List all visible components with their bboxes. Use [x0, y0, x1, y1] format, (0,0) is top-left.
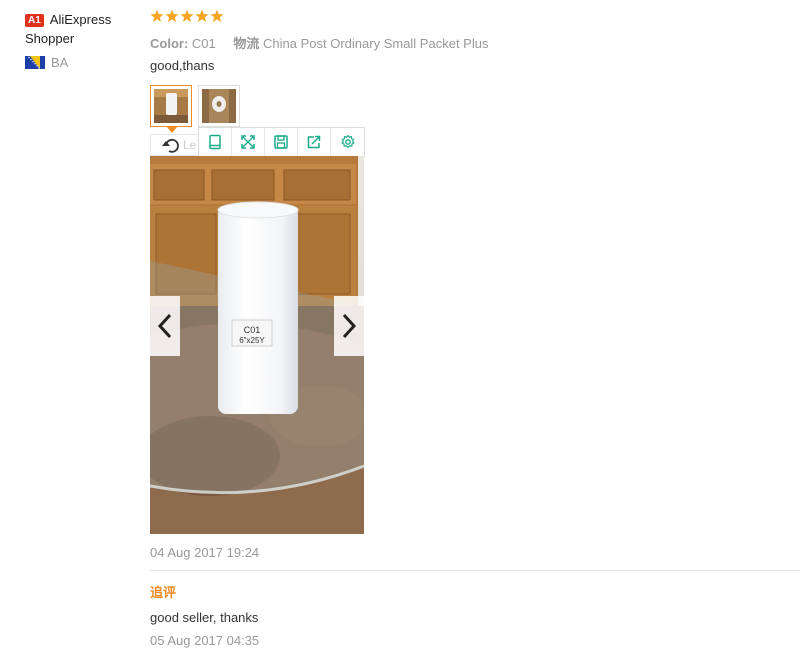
bosnia-flag-icon [25, 56, 45, 69]
rotate-left-icon[interactable] [161, 137, 181, 155]
rotate-label: Le [183, 138, 197, 152]
fullscreen-icon [241, 135, 255, 149]
thumbnail-image [202, 89, 236, 123]
logistics-value: China Post Ordinary Small Packet Plus [263, 36, 489, 51]
color-key: Color: [150, 36, 189, 51]
review-photo: C01 6"x25Y [150, 156, 364, 534]
level-badge: A1 [25, 14, 44, 27]
logistics-key: 物流 [233, 36, 260, 51]
review-date: 04 Aug 2017 19:24 [150, 545, 260, 560]
chevron-right-icon [342, 313, 357, 339]
star-icon [165, 9, 179, 22]
star-icon [180, 9, 194, 22]
photo-thumbnail-1[interactable] [150, 85, 192, 133]
thumbnail-image [154, 89, 188, 123]
settings-button[interactable] [331, 128, 364, 156]
photo-thumbnail-2[interactable] [198, 85, 240, 127]
image-toolbar [198, 127, 365, 157]
previous-photo-button[interactable] [150, 296, 180, 356]
star-icon [210, 9, 224, 22]
chevron-left-icon [157, 313, 172, 339]
share-button[interactable] [298, 128, 331, 156]
fit-page-button[interactable] [199, 128, 232, 156]
next-photo-button[interactable] [334, 296, 364, 356]
rotate-control[interactable]: Le [150, 134, 200, 156]
star-rating [150, 9, 224, 23]
roll-label-line1: C01 [244, 325, 261, 335]
review-text: good,thans [150, 58, 215, 73]
followup-date: 05 Aug 2017 04:35 [150, 633, 260, 648]
color-value: C01 [191, 36, 216, 51]
reviewer-info: A1 AliExpress Shopper BA [25, 10, 140, 70]
star-icon [195, 9, 209, 22]
share-icon [307, 135, 321, 149]
followup-text: good seller, thanks [150, 610, 259, 625]
reviewer-name-line: A1 AliExpress Shopper [25, 10, 140, 48]
followup-title: 追评 [150, 585, 177, 600]
roll-label-line2: 6"x25Y [239, 336, 265, 345]
fullscreen-button[interactable] [232, 128, 265, 156]
star-icon [150, 9, 164, 22]
save-icon [274, 135, 288, 149]
photo-thumbnails [150, 85, 240, 133]
country-code: BA [51, 55, 69, 70]
photo-viewer[interactable]: C01 6"x25Y [150, 156, 364, 534]
divider [150, 570, 800, 571]
reviewer-country: BA [25, 55, 140, 70]
save-button[interactable] [265, 128, 298, 156]
settings-icon [341, 134, 354, 148]
order-info: Color: C01 物流 China Post Ordinary Small … [150, 33, 502, 52]
fit-page-icon [209, 134, 221, 150]
